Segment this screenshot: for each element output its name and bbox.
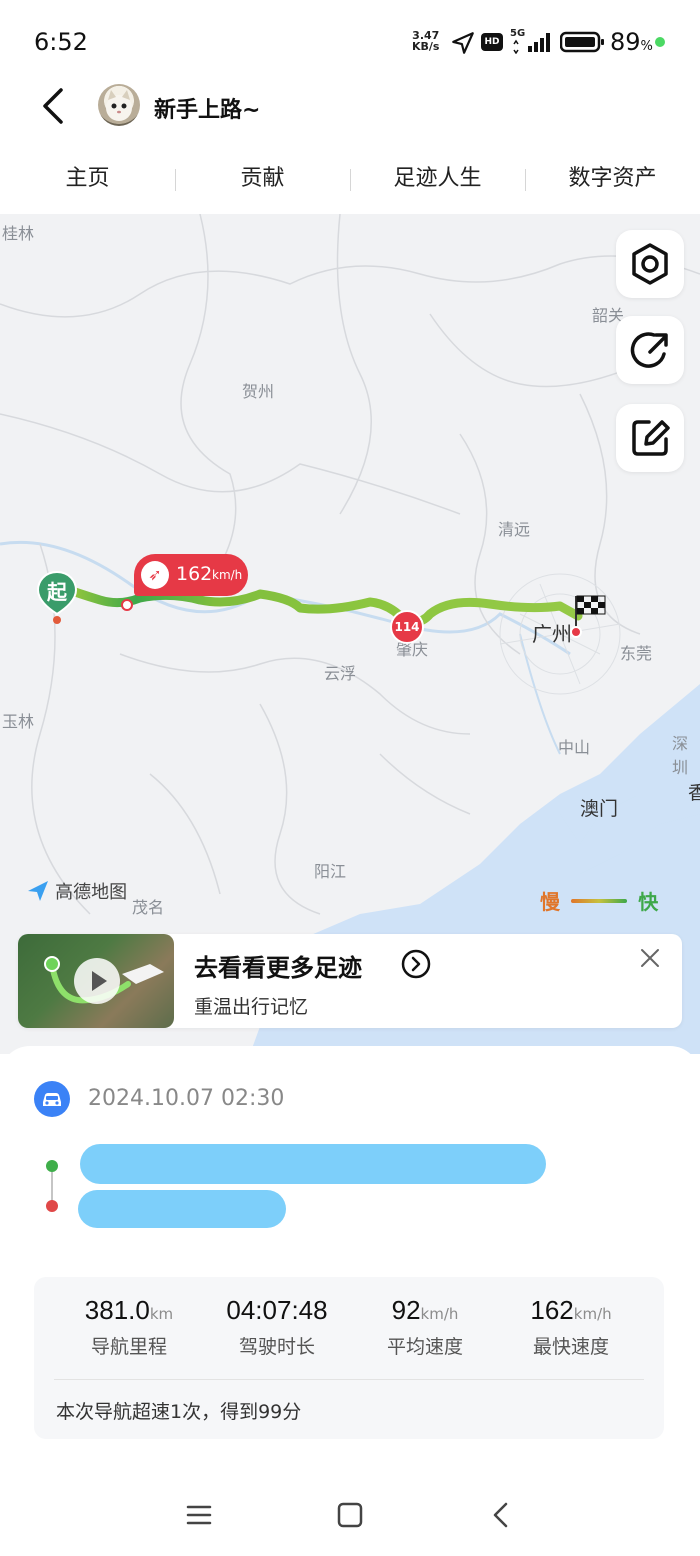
max-speed-badge: ➶ 162 km/h xyxy=(134,554,248,596)
system-nav-bar xyxy=(0,1500,700,1540)
tab-home[interactable]: 主页 xyxy=(0,152,175,214)
play-icon[interactable] xyxy=(74,958,120,1004)
more-footprints-banner[interactable]: 去看看更多足迹 重温出行记忆 xyxy=(18,934,682,1028)
battery-percent: 89% xyxy=(610,28,653,56)
stat-max-speed-unit: km/h xyxy=(573,1305,612,1323)
legend-gradient xyxy=(571,898,628,903)
trip-stats: 381.0km 导航里程 04:07:48 驾驶时长 92km/h 平均速度 1… xyxy=(34,1277,664,1439)
back-button[interactable] xyxy=(30,82,80,132)
hexagon-settings-icon xyxy=(632,243,668,285)
stat-distance-label: 导航里程 xyxy=(90,1336,167,1358)
trip-summary: 本次导航超速1次，得到99分 xyxy=(56,1401,302,1423)
chevron-left-icon xyxy=(43,88,63,124)
car-icon xyxy=(34,1081,70,1117)
route-map[interactable]: 桂林 韶关 贺州 清远 云浮 肇庆 广州 东莞 玉林 中山 深圳 澳门 香 阳江… xyxy=(0,214,700,1054)
battery-percent-value: 89 xyxy=(610,28,641,56)
promo-thumbnail[interactable] xyxy=(18,934,174,1028)
stat-max-speed-label: 最快速度 xyxy=(532,1336,609,1358)
arrow-circle-right-icon[interactable] xyxy=(400,948,432,980)
stats-divider xyxy=(54,1379,644,1380)
legend-fast: 快 xyxy=(638,890,659,914)
location-arrow-icon xyxy=(452,32,474,54)
stat-distance-value: 381.0 xyxy=(84,1295,150,1325)
max-speed-point xyxy=(121,599,133,611)
battery-icon xyxy=(560,31,604,53)
menu-icon[interactable] xyxy=(184,1500,214,1530)
origin-dot xyxy=(46,1160,58,1172)
max-speed-unit: km/h xyxy=(212,568,243,582)
avatar[interactable] xyxy=(98,84,140,126)
destination-dot xyxy=(46,1200,58,1212)
network-speed: 3.47 KB/s xyxy=(412,30,439,52)
stat-avg-speed: 92km/h 平均速度 xyxy=(350,1295,500,1359)
stat-avg-speed-value: 92 xyxy=(391,1295,421,1325)
username[interactable]: 新手上路~ xyxy=(154,92,260,124)
edit-button[interactable] xyxy=(616,404,684,472)
destination-address-redacted xyxy=(78,1190,286,1228)
status-time: 6:52 xyxy=(34,28,88,56)
promo-title: 去看看更多足迹 xyxy=(194,954,362,982)
settings-button[interactable] xyxy=(616,230,684,298)
stat-max-speed-value: 162 xyxy=(530,1295,574,1325)
max-speed-value: 162 xyxy=(176,563,213,585)
home-square-icon[interactable] xyxy=(335,1500,365,1530)
map-brand-text: 高德地图 xyxy=(55,882,128,903)
road-shield: 114 xyxy=(390,610,424,644)
start-marker-label: 起 xyxy=(47,580,67,604)
hd-icon: HD xyxy=(481,33,503,51)
stat-duration-value: 04:07:48 xyxy=(226,1295,328,1325)
share-button[interactable] xyxy=(616,316,684,384)
network-speed-unit: KB/s xyxy=(412,40,440,53)
start-marker[interactable]: 起 xyxy=(36,570,78,624)
battery-percent-sign: % xyxy=(640,39,653,54)
speed-legend: 慢 快 xyxy=(540,886,658,914)
play-triangle-icon xyxy=(92,971,107,991)
trip-datetime: 2024.10.07 02:30 xyxy=(88,1086,285,1111)
header: 新手上路~ xyxy=(0,82,700,152)
promo-subtitle: 重温出行记忆 xyxy=(194,996,309,1018)
stat-distance: 381.0km 导航里程 xyxy=(54,1295,204,1359)
back-nav-icon[interactable] xyxy=(486,1500,516,1530)
route-connector xyxy=(51,1172,53,1202)
tab-contribution[interactable]: 贡献 xyxy=(175,152,350,214)
edit-icon xyxy=(632,420,670,456)
amap-logo-icon xyxy=(28,881,48,901)
close-icon[interactable] xyxy=(638,946,662,970)
signal-icon xyxy=(513,33,550,54)
stat-avg-speed-label: 平均速度 xyxy=(386,1336,463,1358)
profile-tabs: 主页 贡献 足迹人生 数字资产 xyxy=(0,152,700,214)
stat-duration-label: 驾驶时长 xyxy=(238,1336,315,1358)
rocket-icon: ➶ xyxy=(141,561,169,589)
share-icon xyxy=(630,332,668,368)
legend-slow: 慢 xyxy=(540,890,560,914)
tab-digital-assets[interactable]: 数字资产 xyxy=(525,152,700,214)
map-brand: 高德地图 xyxy=(26,878,127,904)
stat-distance-unit: km xyxy=(149,1305,174,1323)
status-bar: 6:52 3.47 KB/s HD 5G 89% xyxy=(0,0,700,82)
origin-address-redacted xyxy=(80,1144,546,1184)
stat-duration: 04:07:48 驾驶时长 xyxy=(202,1295,352,1359)
stat-avg-speed-unit: km/h xyxy=(420,1305,459,1323)
cat-avatar-icon xyxy=(106,90,132,121)
stat-max-speed: 162km/h 最快速度 xyxy=(496,1295,646,1359)
charging-dot xyxy=(655,37,665,47)
tab-footprint[interactable]: 足迹人生 xyxy=(350,152,525,214)
finish-flag-icon xyxy=(570,595,606,638)
